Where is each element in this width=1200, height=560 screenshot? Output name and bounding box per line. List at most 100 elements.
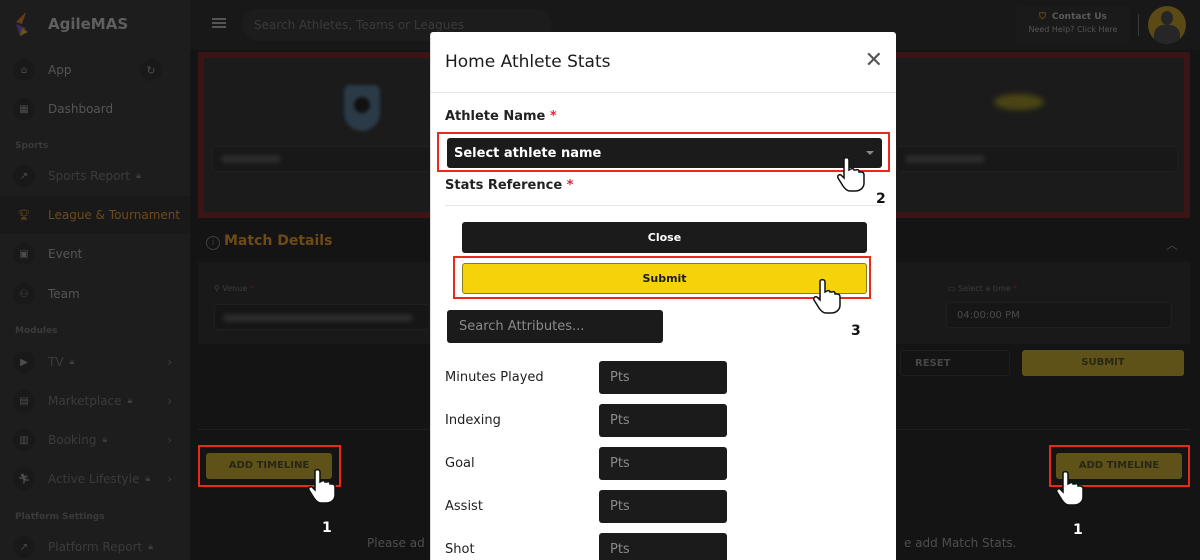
attribute-row: Minutes Played Pts [445, 361, 745, 394]
shield-icon: ⛉ [1039, 12, 1046, 22]
sidebar-item-marketplace[interactable]: ▤ Marketplace 🔒︎ › [0, 382, 190, 420]
attribute-row: Indexing Pts [445, 404, 745, 437]
sidebar-item-label: Event [48, 247, 83, 261]
pts-placeholder: Pts [610, 542, 630, 557]
sidebar-item-tv[interactable]: ▶ TV 🔒︎ › [0, 343, 190, 381]
step-number: 1 [322, 520, 332, 536]
reset-button[interactable]: RESET [900, 350, 1010, 376]
sidebar-item-sports-report[interactable]: ↗ Sports Report 🔒︎ [0, 157, 190, 195]
refresh-icon[interactable]: ↻ [140, 59, 162, 81]
user-avatar[interactable] [1148, 6, 1186, 44]
match-submit-button[interactable]: SUBMIT [1022, 350, 1184, 376]
sidebar-item-label: Booking [48, 433, 97, 447]
tv-icon: ▶ [13, 351, 35, 373]
step-number: 1 [1073, 522, 1083, 538]
time-input[interactable]: 04:00:00 PM [946, 302, 1172, 328]
athlete-name-label: Athlete Name * [445, 109, 557, 124]
chevron-right-icon: › [167, 433, 172, 447]
sidebar-item-label: Active Lifestyle [48, 472, 140, 486]
contact-us-button[interactable]: ⛉ Contact Us Need Help? Click Here [1016, 6, 1130, 44]
sidebar-item-platform-report[interactable]: ↗ Platform Report 🔒︎ [0, 528, 190, 560]
search-attributes-placeholder: Search Attributes... [459, 319, 585, 334]
search-placeholder: Search Athletes, Teams or Leagues [254, 18, 464, 32]
attribute-pts-input[interactable]: Pts [599, 447, 727, 480]
store-icon: ▤ [13, 390, 35, 412]
stats-reference-label: Stats Reference * [445, 178, 574, 193]
attribute-label: Shot [445, 542, 475, 557]
attribute-label: Minutes Played [445, 370, 544, 385]
away-team-logo [994, 94, 1044, 110]
attribute-pts-input[interactable]: Pts [599, 404, 727, 437]
sidebar-item-label: League & Tournament [48, 208, 181, 222]
sidebar-item-event[interactable]: ▣ Event [0, 235, 190, 273]
lock-icon: 🔒︎ [145, 474, 151, 484]
attribute-label: Assist [445, 499, 483, 514]
attribute-row: Assist Pts [445, 490, 745, 523]
sidebar-item-label: Platform Report [48, 540, 143, 554]
lock-icon: 🔒︎ [136, 171, 141, 181]
pts-placeholder: Pts [610, 499, 630, 514]
chevron-up-icon[interactable]: ︿ [1166, 236, 1178, 253]
sidebar-item-league-tournament[interactable]: 🏆︎ League & Tournament [0, 196, 190, 234]
pts-placeholder: Pts [610, 370, 630, 385]
stats-reference-field[interactable] [445, 205, 882, 206]
app-root: AgileMAS ⌂ App ↻ ▦ Dashboard Sports ↗ Sp… [0, 0, 1200, 560]
close-icon[interactable]: ✕ [865, 50, 883, 72]
running-icon: 🏃︎ [13, 468, 35, 490]
step-number: 3 [851, 323, 861, 339]
pts-placeholder: Pts [610, 413, 630, 428]
sidebar-item-label: Dashboard [48, 102, 114, 116]
step-number: 2 [876, 191, 886, 207]
trend-icon: ↗ [13, 165, 35, 187]
sidebar-item-label: Marketplace [48, 394, 122, 408]
sidebar-item-app[interactable]: ⌂ App ↻ [0, 51, 190, 89]
match-details-title: i Match Details [206, 233, 332, 250]
sidebar-item-active-lifestyle[interactable]: 🏃︎ Active Lifestyle 🔒︎ › [0, 460, 190, 498]
search-attributes-input[interactable]: Search Attributes... [447, 310, 663, 343]
modal-title: Home Athlete Stats [445, 52, 611, 72]
venue-label-text: Venue [222, 284, 248, 293]
sidebar-item-booking[interactable]: ▥ Booking 🔒︎ › [0, 421, 190, 459]
building-icon: ▥ [13, 429, 35, 451]
pointer-hand-icon [1056, 470, 1084, 506]
home-team-logo [344, 85, 380, 131]
section-label-modules: Modules [15, 326, 58, 336]
lock-icon: 🔒︎ [127, 396, 133, 406]
lock-icon: 🔒︎ [148, 542, 153, 552]
attribute-row: Goal Pts [445, 447, 745, 480]
away-team-select[interactable] [896, 146, 1178, 172]
venue-label: ⚲ Venue * [214, 284, 254, 293]
pts-placeholder: Pts [610, 456, 630, 471]
agilemas-logo-icon [12, 10, 34, 38]
contact-subtitle: Need Help? Click Here [1028, 25, 1118, 34]
sidebar-item-team[interactable]: ⚇ Team [0, 275, 190, 313]
logo[interactable]: AgileMAS [12, 10, 128, 38]
attribute-pts-input[interactable]: Pts [599, 361, 727, 394]
divider [431, 92, 896, 93]
chevron-right-icon: › [167, 472, 172, 486]
empty-stats-text-right: e add Match Stats. [904, 536, 1017, 550]
empty-stats-text-left: Please ad [367, 536, 425, 550]
close-button[interactable]: Close [462, 222, 867, 253]
venue-input[interactable] [214, 304, 430, 330]
away-team-name-blurred [905, 155, 985, 163]
match-details-title-text: Match Details [224, 233, 333, 249]
attribute-label: Indexing [445, 413, 501, 428]
attribute-row: Shot Pts [445, 533, 745, 560]
sidebar-item-dashboard[interactable]: ▦ Dashboard [0, 90, 190, 128]
attribute-pts-input[interactable]: Pts [599, 490, 727, 523]
time-value: 04:00:00 PM [957, 310, 1020, 321]
chevron-right-icon: › [167, 355, 172, 369]
lock-icon: 🔒︎ [102, 435, 108, 445]
section-label-platform-settings: Platform Settings [15, 512, 105, 522]
menu-icon[interactable] [212, 18, 226, 30]
home-team-name-blurred [221, 155, 281, 163]
home-team-select[interactable] [212, 146, 432, 172]
attribute-pts-input[interactable]: Pts [599, 533, 727, 560]
time-label: ▭ Select a time * [948, 284, 1018, 293]
time-label-text: Select a time [958, 284, 1011, 293]
section-label-sports: Sports [15, 141, 49, 151]
trend-icon: ↗ [13, 536, 35, 558]
sidebar-item-label: TV [48, 355, 64, 369]
highlight-box-athlete-select [437, 132, 890, 172]
